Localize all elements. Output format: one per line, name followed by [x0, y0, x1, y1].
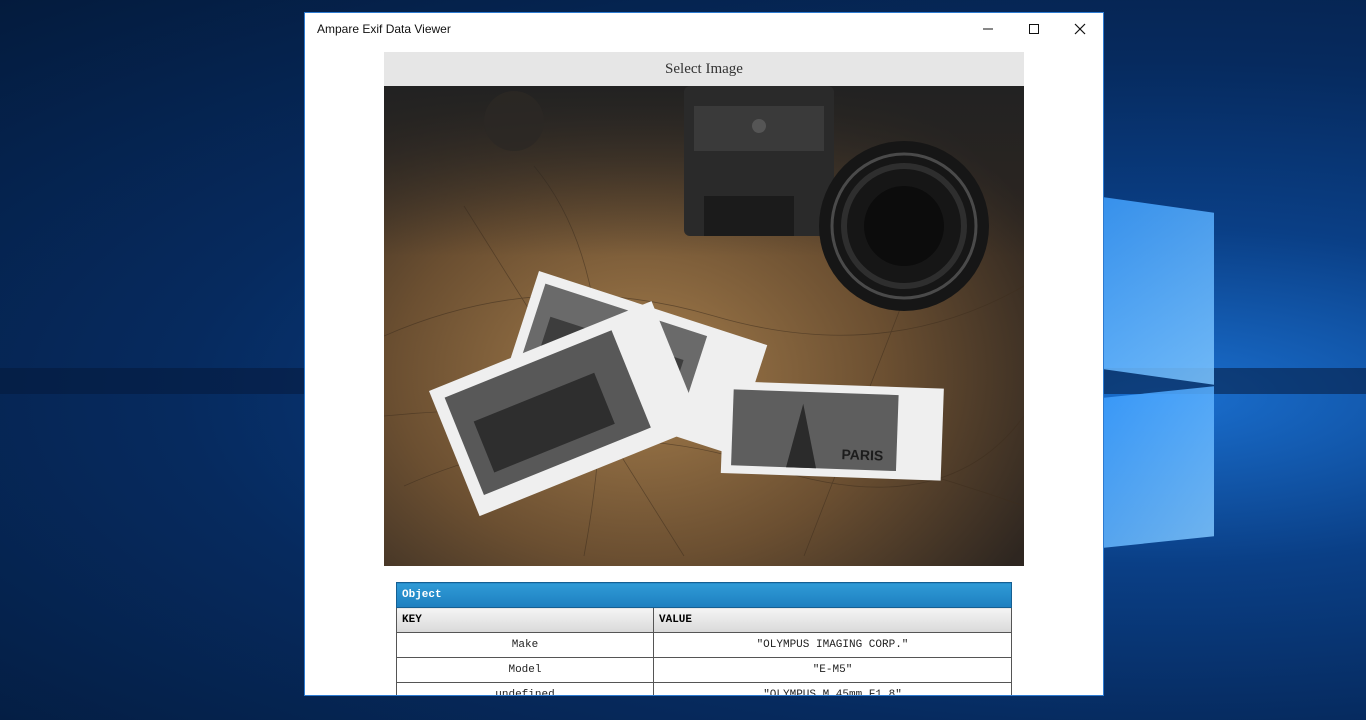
table-cell-key: undefined	[396, 682, 654, 695]
close-icon	[1074, 23, 1086, 35]
object-header: Object	[396, 582, 1012, 608]
title-bar: Ampare Exif Data Viewer	[305, 13, 1103, 45]
maximize-icon	[1029, 24, 1039, 34]
minimize-button[interactable]	[965, 13, 1011, 45]
table-row: Model "E-M5"	[396, 657, 1012, 683]
table-row: undefined "OLYMPUS M.45mm F1.8"	[396, 682, 1012, 695]
postcard-text: PARIS	[841, 446, 883, 463]
minimize-icon	[983, 28, 993, 30]
table-cell-value: "E-M5"	[653, 657, 1012, 683]
window-controls	[965, 13, 1103, 45]
exif-table: Object KEY VALUE Make "OLYMPUS IMAGING C…	[396, 582, 1012, 695]
table-cell-key: Make	[396, 632, 654, 658]
photo-illustration: PARIS	[384, 86, 1024, 566]
column-header-value: VALUE	[653, 607, 1012, 633]
window-content: Select Image PARIS Object KEY VALUE Make…	[305, 45, 1103, 695]
table-cell-key: Model	[396, 657, 654, 683]
maximize-button[interactable]	[1011, 13, 1057, 45]
desktop-window-logo-pane	[1104, 197, 1214, 385]
select-image-button[interactable]: Select Image	[384, 52, 1024, 86]
column-header-key: KEY	[396, 607, 654, 633]
desktop-window-logo-pane	[1104, 386, 1214, 548]
window-title: Ampare Exif Data Viewer	[317, 22, 451, 36]
table-row: Make "OLYMPUS IMAGING CORP."	[396, 632, 1012, 658]
table-cell-value: "OLYMPUS IMAGING CORP."	[653, 632, 1012, 658]
image-preview: PARIS	[384, 86, 1024, 566]
close-button[interactable]	[1057, 13, 1103, 45]
exif-table-container: Object KEY VALUE Make "OLYMPUS IMAGING C…	[396, 582, 1012, 695]
app-window: Ampare Exif Data Viewer Select Image PAR…	[304, 12, 1104, 696]
table-cell-value: "OLYMPUS M.45mm F1.8"	[653, 682, 1012, 695]
